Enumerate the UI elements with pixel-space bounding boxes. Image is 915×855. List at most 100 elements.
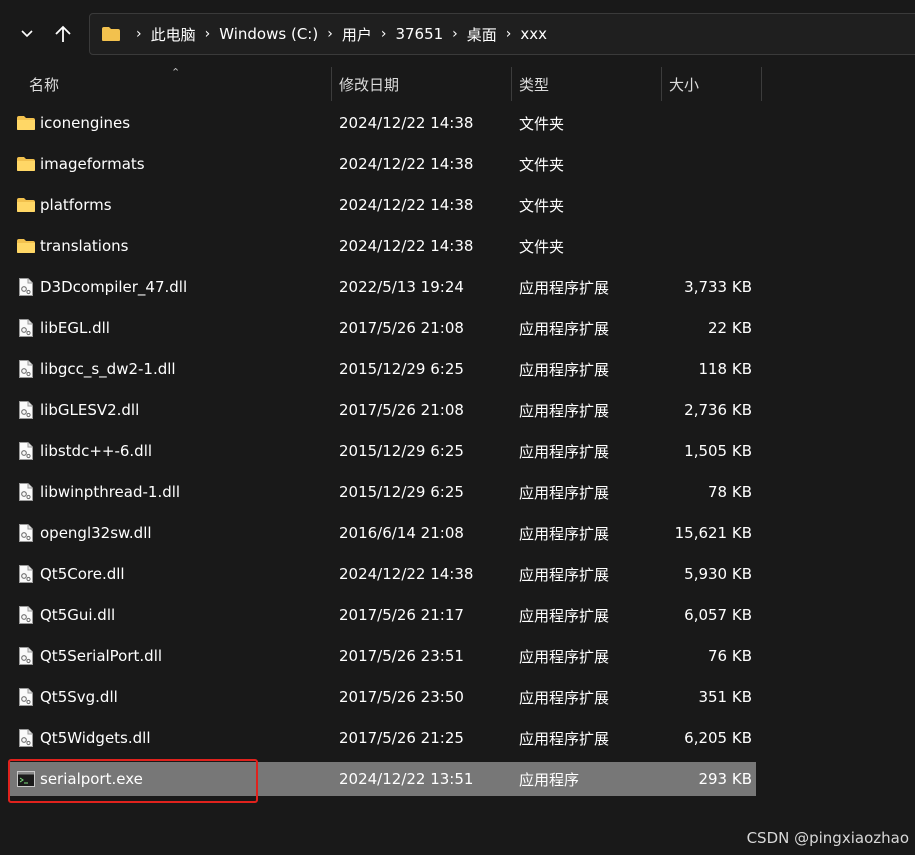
file-row[interactable]: translations 2024/12/22 14:38 文件夹 <box>8 229 756 263</box>
file-size: 6,205 KB <box>684 729 752 747</box>
folder-icon <box>15 147 37 181</box>
file-row[interactable]: D3Dcompiler_47.dll 2022/5/13 19:24 应用程序扩展 3… <box>8 270 756 304</box>
up-button[interactable] <box>49 19 77 49</box>
file-modified-date: 2024/12/22 14:38 <box>339 114 474 132</box>
chevron-right-icon[interactable]: › <box>327 26 333 42</box>
file-name: libEGL.dll <box>40 319 110 337</box>
file-size: 5,930 KB <box>684 565 752 583</box>
file-name: platforms <box>40 196 112 214</box>
column-type[interactable]: 类型 <box>519 67 659 101</box>
dll-file-icon <box>15 393 37 427</box>
file-name: D3Dcompiler_47.dll <box>40 278 188 296</box>
file-name: translations <box>40 237 129 255</box>
file-size: 78 KB <box>708 483 752 501</box>
watermark: CSDN @pingxiaozhao <box>746 829 909 847</box>
file-size: 6,057 KB <box>684 606 752 624</box>
file-row[interactable]: iconengines 2024/12/22 14:38 文件夹 <box>8 106 756 140</box>
up-arrow-icon <box>55 25 71 42</box>
file-row[interactable]: libEGL.dll 2017/5/26 21:08 应用程序扩展 22 KB <box>8 311 756 345</box>
file-type: 应用程序扩展 <box>519 319 610 338</box>
column-size[interactable]: 大小 <box>669 67 759 101</box>
chevron-right-icon: › <box>136 26 142 42</box>
file-row[interactable]: Qt5SerialPort.dll 2017/5/26 23:51 应用程序扩展 76… <box>8 639 756 673</box>
file-type: 应用程序扩展 <box>519 360 610 379</box>
file-type: 文件夹 <box>519 237 565 256</box>
dll-file-icon <box>15 311 37 345</box>
file-row[interactable]: Qt5Widgets.dll 2017/5/26 21:25 应用程序扩展 6,205… <box>8 721 756 755</box>
file-row[interactable]: libgcc_s_dw2-1.dll 2015/12/29 6:25 应用程序扩展 1… <box>8 352 756 386</box>
file-row[interactable]: libwinpthread-1.dll 2015/12/29 6:25 应用程序扩展… <box>8 475 756 509</box>
file-modified-date: 2017/5/26 21:08 <box>339 401 464 419</box>
file-row[interactable]: Qt5Svg.dll 2017/5/26 23:50 应用程序扩展 351 KB <box>8 680 756 714</box>
address-bar[interactable]: › 此电脑 › Windows (C:) › 用户 › 37651 › 桌面 › xxx <box>89 13 915 55</box>
breadcrumb-item[interactable]: xxx <box>520 25 547 43</box>
file-name: serialport.exe <box>40 770 143 788</box>
chevron-right-icon[interactable]: › <box>452 26 458 42</box>
dll-file-icon <box>15 516 37 550</box>
folder-icon <box>15 106 37 140</box>
file-row[interactable]: Qt5Gui.dll 2017/5/26 21:17 应用程序扩展 6,057 KB <box>8 598 756 632</box>
file-row[interactable]: libstdc++-6.dll 2015/12/29 6:25 应用程序扩展 1,50… <box>8 434 756 468</box>
file-row[interactable]: Qt5Core.dll 2024/12/22 14:38 应用程序扩展 5,930 K… <box>8 557 756 591</box>
file-name: Qt5Gui.dll <box>40 606 116 624</box>
file-size: 22 KB <box>708 319 752 337</box>
file-type: 文件夹 <box>519 114 565 133</box>
chevron-right-icon[interactable]: › <box>205 26 211 42</box>
file-name: iconengines <box>40 114 131 132</box>
breadcrumb-item[interactable]: 用户 <box>342 24 372 45</box>
file-type: 应用程序扩展 <box>519 278 610 297</box>
column-divider[interactable] <box>661 67 662 101</box>
file-size: 3,733 KB <box>684 278 752 296</box>
column-header: ⌃ 名称 修改日期 类型 大小 <box>0 66 765 103</box>
file-modified-date: 2017/5/26 21:17 <box>339 606 464 624</box>
chevron-right-icon[interactable]: › <box>381 26 387 42</box>
breadcrumb-item[interactable]: 桌面 <box>467 24 497 45</box>
dll-file-icon <box>15 639 37 673</box>
file-type: 应用程序扩展 <box>519 442 610 461</box>
breadcrumb-item[interactable]: 37651 <box>395 25 443 43</box>
dll-file-icon <box>15 680 37 714</box>
file-type: 文件夹 <box>519 155 565 174</box>
file-name: Qt5Widgets.dll <box>40 729 151 747</box>
file-row[interactable]: libGLESV2.dll 2017/5/26 21:08 应用程序扩展 2,736 … <box>8 393 756 427</box>
folder-icon <box>15 188 37 222</box>
file-name: libGLESV2.dll <box>40 401 140 419</box>
dll-file-icon <box>15 352 37 386</box>
dll-file-icon <box>15 721 37 755</box>
file-size: 15,621 KB <box>674 524 752 542</box>
file-modified-date: 2015/12/29 6:25 <box>339 442 464 460</box>
breadcrumb-item[interactable]: 此电脑 <box>151 24 196 45</box>
file-type: 应用程序扩展 <box>519 524 610 543</box>
breadcrumb-item[interactable]: Windows (C:) <box>219 25 318 43</box>
file-name: libgcc_s_dw2-1.dll <box>40 360 176 378</box>
file-size: 1,505 KB <box>684 442 752 460</box>
file-modified-date: 2024/12/22 14:38 <box>339 237 474 255</box>
file-row[interactable]: serialport.exe 2024/12/22 13:51 应用程序 293 KB <box>8 762 756 796</box>
file-size: 118 KB <box>698 360 752 378</box>
file-type: 应用程序扩展 <box>519 688 610 707</box>
dll-file-icon <box>15 434 37 468</box>
column-name[interactable]: 名称 <box>29 67 329 101</box>
file-type: 应用程序扩展 <box>519 483 610 502</box>
chevron-right-icon[interactable]: › <box>506 26 512 42</box>
column-divider[interactable] <box>761 67 762 101</box>
file-type: 应用程序扩展 <box>519 401 610 420</box>
column-date[interactable]: 修改日期 <box>339 67 509 101</box>
file-row[interactable]: platforms 2024/12/22 14:38 文件夹 <box>8 188 756 222</box>
file-modified-date: 2017/5/26 21:08 <box>339 319 464 337</box>
file-type: 应用程序扩展 <box>519 606 610 625</box>
file-size: 351 KB <box>698 688 752 706</box>
file-name: Qt5Core.dll <box>40 565 125 583</box>
file-row[interactable]: opengl32sw.dll 2016/6/14 21:08 应用程序扩展 15,62… <box>8 516 756 550</box>
exe-file-icon <box>15 762 37 796</box>
column-divider[interactable] <box>331 67 332 101</box>
recent-locations-button[interactable] <box>13 19 41 49</box>
dll-file-icon <box>15 270 37 304</box>
column-divider[interactable] <box>511 67 512 101</box>
file-name: opengl32sw.dll <box>40 524 152 542</box>
file-modified-date: 2024/12/22 14:38 <box>339 196 474 214</box>
file-modified-date: 2016/6/14 21:08 <box>339 524 464 542</box>
folder-icon <box>15 229 37 263</box>
file-row[interactable]: imageformats 2024/12/22 14:38 文件夹 <box>8 147 756 181</box>
file-name: Qt5SerialPort.dll <box>40 647 163 665</box>
